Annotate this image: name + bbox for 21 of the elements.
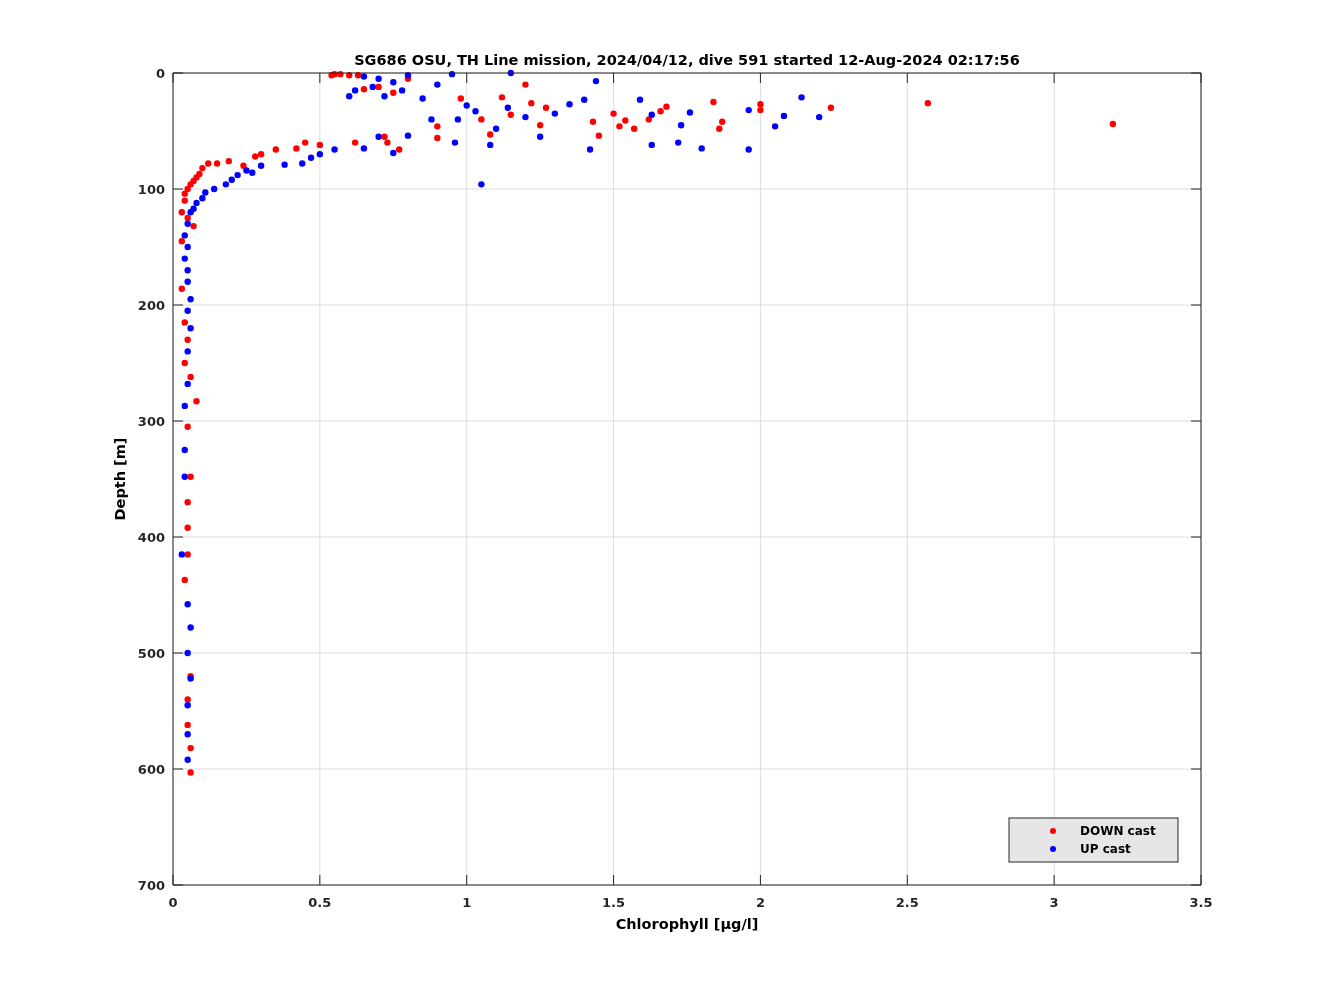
x-tick-label: 0 [168, 895, 178, 910]
y-tick-label: 100 [137, 182, 165, 197]
x-tick-label: 1.5 [602, 895, 626, 910]
x-tick-label: 3 [1049, 895, 1059, 910]
x-tick-label: 3.5 [1189, 895, 1213, 910]
y-tick-label: 300 [137, 414, 165, 429]
y-tick-label: 200 [137, 298, 165, 313]
x-tick-label: 0.5 [308, 895, 332, 910]
x-tick-label: 2 [755, 895, 765, 910]
y-tick-label: 500 [137, 646, 165, 661]
x-axis-label: Chlorophyll [μg/l] [615, 916, 759, 932]
y-axis-label: Depth [m] [112, 437, 128, 521]
y-tick-label: 600 [137, 762, 165, 777]
y-tick-label: 700 [137, 878, 165, 893]
y-tick-label: 0 [155, 66, 165, 81]
x-tick-label: 1 [462, 895, 472, 910]
chart-title: SG686 OSU, TH Line mission, 2024/04/12, dive 591 started 12-Aug-2024 02:17:56 [354, 52, 1020, 68]
y-tick-label: 400 [137, 530, 165, 545]
legend-label: DOWN cast [1080, 824, 1156, 838]
x-tick-label: 2.5 [895, 895, 919, 910]
legend-label: UP cast [1080, 842, 1131, 856]
